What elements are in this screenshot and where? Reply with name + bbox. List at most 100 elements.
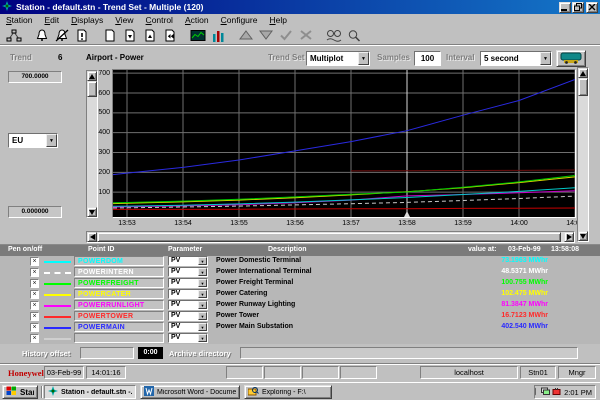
alarm-page-icon[interactable]: [72, 27, 92, 43]
chevron-down-icon[interactable]: ▼: [198, 279, 207, 287]
menu-edit[interactable]: Edit: [38, 15, 65, 25]
group-display-icon[interactable]: [208, 27, 228, 43]
parameter-select[interactable]: PV▼: [168, 289, 208, 299]
page-down-icon[interactable]: [120, 27, 140, 43]
y-tick-label: 200: [88, 169, 110, 176]
raise-icon[interactable]: [236, 27, 256, 43]
chevron-down-icon[interactable]: ▼: [358, 52, 369, 65]
menu-help[interactable]: Help: [263, 15, 292, 25]
alarm-bell-icon[interactable]: [32, 27, 52, 43]
status-role: Mngr: [558, 366, 596, 379]
chevron-down-icon[interactable]: ▼: [198, 290, 207, 298]
y-lo-limit[interactable]: 0.000000: [8, 206, 62, 218]
start-label: Start: [20, 388, 34, 397]
parameter-select[interactable]: PV▼: [168, 278, 208, 288]
chevron-down-icon[interactable]: ▼: [198, 312, 207, 320]
point-id-field[interactable]: POWERMAIN: [74, 322, 164, 332]
page-up-icon[interactable]: [140, 27, 160, 43]
trend-plot[interactable]: [112, 69, 576, 218]
menu-view[interactable]: View: [109, 15, 139, 25]
pen-checkbox[interactable]: ×: [30, 268, 39, 277]
cancel-icon[interactable]: [296, 27, 316, 43]
lower-icon[interactable]: [256, 27, 276, 43]
minimize-button[interactable]: [559, 2, 571, 13]
parameter-select[interactable]: PV▼: [168, 322, 208, 332]
point-id-field[interactable]: POWERRUNLIGHT: [74, 300, 164, 310]
pen-checkbox[interactable]: ×: [30, 312, 39, 321]
chevron-down-icon[interactable]: ▼: [198, 301, 207, 309]
y-tick-label: 300: [88, 149, 110, 156]
chevron-down-icon[interactable]: ▼: [198, 334, 207, 342]
cursor-marker[interactable]: [404, 211, 410, 217]
chevron-down-icon[interactable]: ▼: [198, 257, 207, 265]
menu-configure[interactable]: Configure: [215, 15, 264, 25]
eu-select[interactable]: EU▼: [8, 133, 58, 148]
restore-button[interactable]: [572, 2, 584, 13]
tray-power-icon[interactable]: [552, 387, 561, 398]
point-id-field[interactable]: POWERDOM: [74, 256, 164, 266]
network-status-icon[interactable]: [4, 27, 24, 43]
chevron-down-icon[interactable]: ▼: [198, 268, 207, 276]
point-id-field[interactable]: [74, 333, 164, 343]
samples-input[interactable]: 100: [414, 51, 441, 66]
parameter-select[interactable]: PV▼: [168, 300, 208, 310]
review-icon[interactable]: [324, 27, 344, 43]
chevron-down-icon[interactable]: ▼: [540, 52, 551, 65]
pen-line-sample: [44, 261, 71, 263]
chevron-down-icon[interactable]: ▼: [46, 134, 57, 147]
close-button[interactable]: [586, 2, 598, 13]
menu-action[interactable]: Action: [179, 15, 215, 25]
task-button-station[interactable]: Station - default.stn -...: [44, 385, 136, 399]
pen-checkbox[interactable]: ×: [30, 290, 39, 299]
point-id-field[interactable]: POWERCATER: [74, 289, 164, 299]
menu-station[interactable]: Station: [0, 15, 38, 25]
pen-table-header: Pen on/off Point ID Parameter Descriptio…: [0, 245, 600, 256]
menu-bar: StationEditDisplaysViewControlActionConf…: [0, 14, 600, 26]
chevron-down-icon[interactable]: ▼: [198, 323, 207, 331]
status-host: localhost: [420, 366, 518, 379]
print-trend-button[interactable]: [556, 50, 586, 67]
scroll-left-icon[interactable]: [87, 232, 97, 242]
scrollbar-thumb[interactable]: [97, 232, 561, 242]
start-button[interactable]: Start: [2, 385, 38, 399]
pen-checkbox[interactable]: ×: [30, 279, 39, 288]
history-offset-input[interactable]: [80, 347, 134, 359]
time-scrollbar[interactable]: [86, 231, 575, 243]
search-icon[interactable]: [344, 27, 364, 43]
station-icon: [48, 386, 58, 398]
parameter-select[interactable]: PV▼: [168, 256, 208, 266]
pen-checkbox[interactable]: ×: [30, 334, 39, 343]
pen-checkbox[interactable]: ×: [30, 257, 39, 266]
menu-control[interactable]: Control: [140, 15, 179, 25]
task-button-word[interactable]: Microsoft Word - Document5: [140, 385, 240, 399]
interval-select[interactable]: 5 second▼: [480, 51, 552, 66]
point-id-field[interactable]: POWERINTERN: [74, 267, 164, 277]
scroll-down-icon[interactable]: [578, 231, 588, 241]
point-id-field[interactable]: POWERTOWER: [74, 311, 164, 321]
scroll-up-icon[interactable]: [578, 68, 588, 78]
page-back-icon[interactable]: [160, 27, 180, 43]
parameter-select[interactable]: PV▼: [168, 311, 208, 321]
y-hi-limit[interactable]: 700.0000: [8, 71, 62, 83]
task-button-explorer[interactable]: Exploring - F:\: [244, 385, 332, 399]
point-description: Power Catering: [216, 290, 267, 297]
right-scrollbar[interactable]: [577, 67, 589, 242]
pen-checkbox[interactable]: ×: [30, 323, 39, 332]
scroll-right-icon[interactable]: [564, 232, 574, 242]
pen-checkbox[interactable]: ×: [30, 301, 39, 310]
archive-directory-input[interactable]: [240, 347, 578, 359]
alarm-silence-icon[interactable]: [52, 27, 72, 43]
point-value: 100.755 MWhr: [448, 279, 548, 286]
point-id-field[interactable]: POWERFREIGHT: [74, 278, 164, 288]
parameter-select[interactable]: PV▼: [168, 333, 208, 343]
parameter-select[interactable]: PV▼: [168, 267, 208, 277]
trend-display-icon[interactable]: [188, 27, 208, 43]
menu-displays[interactable]: Displays: [65, 15, 109, 25]
accept-icon[interactable]: [276, 27, 296, 43]
speaker-icon[interactable]: [534, 387, 539, 398]
tray-status-icon[interactable]: [541, 387, 550, 398]
scrollbar-thumb[interactable]: [578, 78, 588, 96]
station-window: Station - default.stn - Trend Set - Mult…: [0, 0, 600, 400]
page-icon[interactable]: [100, 27, 120, 43]
trend-set-select[interactable]: Multiplot▼: [306, 51, 370, 66]
